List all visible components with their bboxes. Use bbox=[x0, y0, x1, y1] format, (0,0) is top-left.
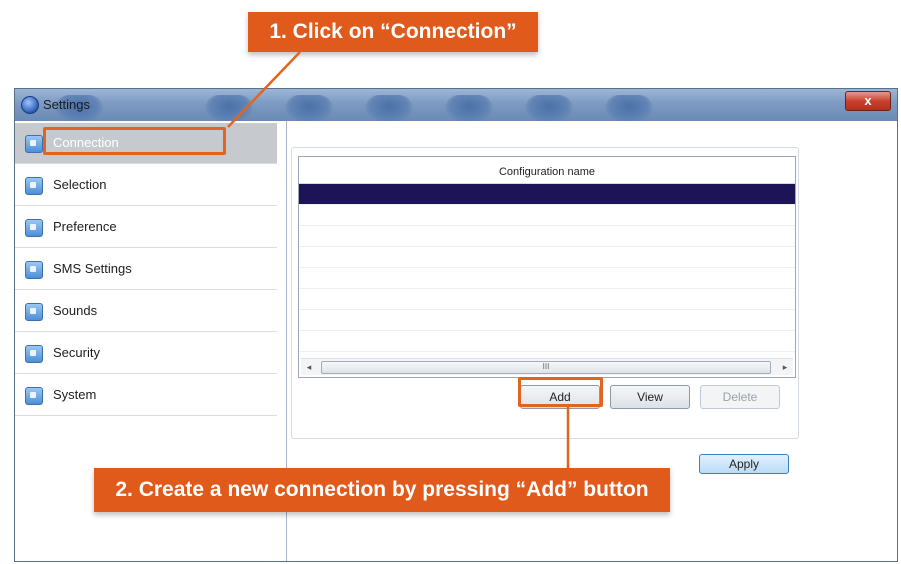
instruction-callout-step1: 1. Click on “Connection” bbox=[248, 12, 538, 52]
sidebar-item-label: System bbox=[53, 387, 97, 402]
system-icon bbox=[25, 387, 43, 405]
titlebar-decoration bbox=[605, 95, 653, 121]
sms-icon bbox=[25, 261, 43, 279]
column-header-configuration-name[interactable]: Configuration name bbox=[299, 157, 795, 184]
window-title: Settings bbox=[43, 97, 90, 112]
app-globe-icon bbox=[21, 96, 39, 114]
close-button[interactable]: x bbox=[845, 91, 891, 111]
delete-button[interactable]: Delete bbox=[700, 385, 780, 409]
sidebar-item-label: Selection bbox=[53, 177, 107, 192]
sidebar-item-system[interactable]: System bbox=[15, 375, 277, 416]
view-button[interactable]: View bbox=[610, 385, 690, 409]
sidebar-item-sounds[interactable]: Sounds bbox=[15, 291, 277, 332]
table-row[interactable] bbox=[299, 247, 795, 268]
security-icon bbox=[25, 345, 43, 363]
sidebar-item-security[interactable]: Security bbox=[15, 333, 277, 374]
sidebar-item-label: Security bbox=[53, 345, 100, 360]
apply-button[interactable]: Apply bbox=[699, 454, 789, 474]
horizontal-scrollbar[interactable]: ◂ III ▸ bbox=[301, 358, 793, 375]
scrollbar-thumb[interactable]: III bbox=[321, 361, 771, 374]
table-row[interactable] bbox=[299, 268, 795, 289]
preference-icon bbox=[25, 219, 43, 237]
connection-highlight-box bbox=[43, 127, 226, 155]
sidebar-item-label: SMS Settings bbox=[53, 261, 132, 276]
table-row[interactable] bbox=[299, 289, 795, 310]
title-bar[interactable]: Settings x bbox=[15, 89, 897, 121]
sidebar-item-label: Sounds bbox=[53, 303, 98, 318]
titlebar-decoration bbox=[205, 95, 253, 121]
selection-icon bbox=[25, 177, 43, 195]
table-row[interactable] bbox=[299, 331, 795, 352]
sidebar-item-preference[interactable]: Preference bbox=[15, 207, 277, 248]
table-row[interactable] bbox=[299, 310, 795, 331]
table-row[interactable] bbox=[299, 205, 795, 226]
add-highlight-box bbox=[518, 377, 603, 407]
titlebar-decoration bbox=[445, 95, 493, 121]
titlebar-decoration bbox=[525, 95, 573, 121]
speaker-icon bbox=[25, 303, 43, 321]
table-row[interactable] bbox=[299, 184, 795, 205]
titlebar-decoration bbox=[365, 95, 413, 121]
titlebar-decoration bbox=[285, 95, 333, 121]
connection-icon bbox=[25, 135, 43, 153]
scroll-left-arrow-icon[interactable]: ◂ bbox=[301, 359, 317, 375]
sidebar-item-selection[interactable]: Selection bbox=[15, 165, 277, 206]
sidebar-item-label: Preference bbox=[53, 219, 117, 234]
configuration-list[interactable]: Configuration name ◂ III ▸ bbox=[298, 156, 796, 378]
instruction-callout-step2: 2. Create a new connection by pressing “… bbox=[94, 468, 670, 512]
table-row[interactable] bbox=[299, 226, 795, 247]
sidebar-item-sms-settings[interactable]: SMS Settings bbox=[15, 249, 277, 290]
scroll-right-arrow-icon[interactable]: ▸ bbox=[777, 359, 793, 375]
